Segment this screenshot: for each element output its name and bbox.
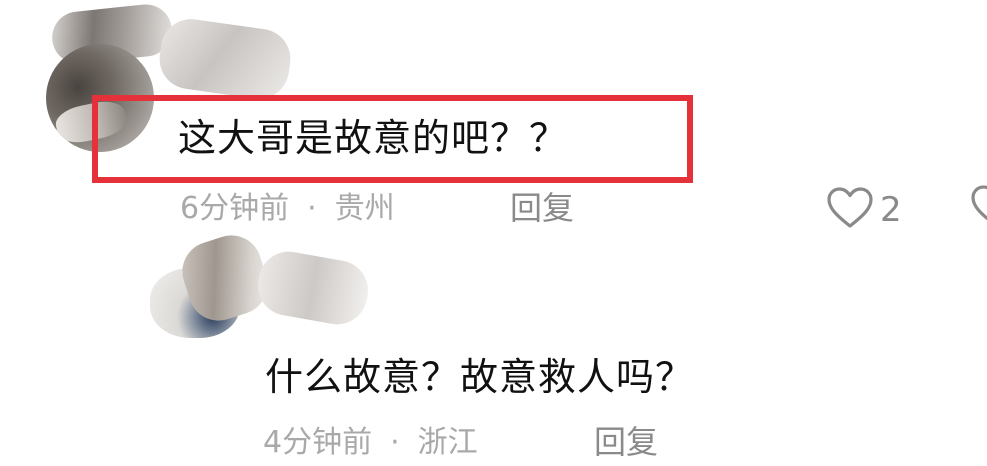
heart-outline-icon (826, 186, 874, 234)
comment-location: 浙江 (417, 425, 478, 460)
comment-time: 6分钟前 (180, 191, 290, 226)
meta-separator: · (390, 425, 400, 460)
reply-button[interactable]: 回复 (510, 192, 574, 224)
like-count: 2 (880, 190, 902, 230)
like-button[interactable]: 2 (826, 186, 902, 234)
comment-text: 这大哥是故意的吧？？ (178, 116, 569, 160)
reply-button[interactable]: 回复 (594, 426, 658, 458)
comment-text: 什么故意？故意救人吗？ (265, 355, 695, 399)
comment-time: 4分钟前 (263, 425, 373, 460)
blurred-username-extension (155, 15, 295, 103)
comment-thread: 这大哥是故意的吧？？ 6分钟前 · 贵州 回复 2 什么故意？故意救人吗？ 4分钟前… (0, 0, 987, 466)
comment-meta: 6分钟前 · 贵州 (180, 194, 395, 224)
comment-location: 贵州 (334, 191, 395, 226)
meta-separator: · (307, 191, 317, 226)
blurred-username-extension (253, 246, 373, 330)
heart-outline-icon[interactable] (970, 184, 987, 228)
comment-meta: 4分钟前 · 浙江 (263, 428, 478, 458)
